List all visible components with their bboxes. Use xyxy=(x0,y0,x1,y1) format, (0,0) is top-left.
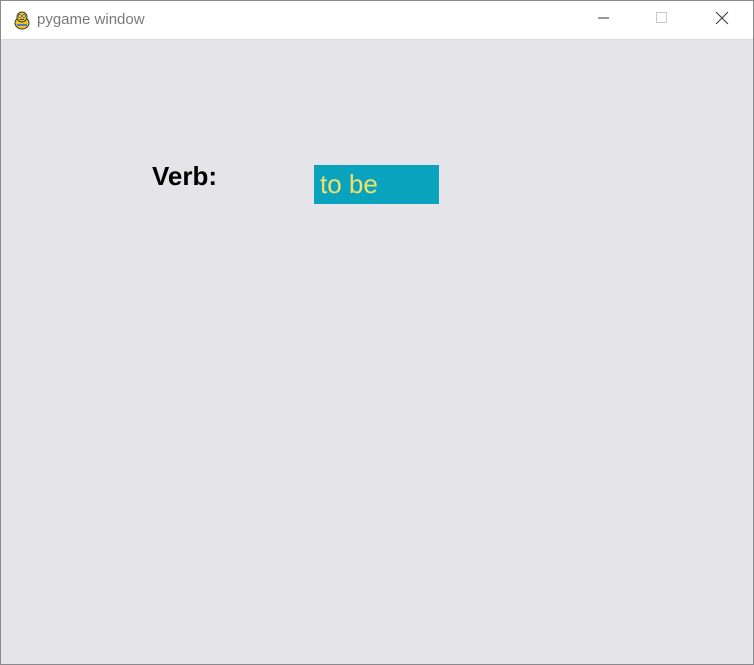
close-button[interactable] xyxy=(691,1,753,39)
verb-value-box: to be xyxy=(314,165,439,204)
window-title: pygame window xyxy=(37,11,145,28)
app-window: pygame window Verb: to be xyxy=(0,0,754,665)
minimize-icon xyxy=(598,11,610,29)
close-icon xyxy=(715,11,729,30)
minimize-button[interactable] xyxy=(575,1,633,39)
pygame-snake-icon xyxy=(12,10,32,30)
title-bar[interactable]: pygame window xyxy=(1,1,753,40)
verb-value: to be xyxy=(320,169,378,199)
maximize-button[interactable] xyxy=(633,1,691,39)
maximize-icon xyxy=(656,11,668,29)
verb-label: Verb: xyxy=(152,161,218,191)
game-canvas[interactable]: Verb: to be xyxy=(1,40,753,664)
